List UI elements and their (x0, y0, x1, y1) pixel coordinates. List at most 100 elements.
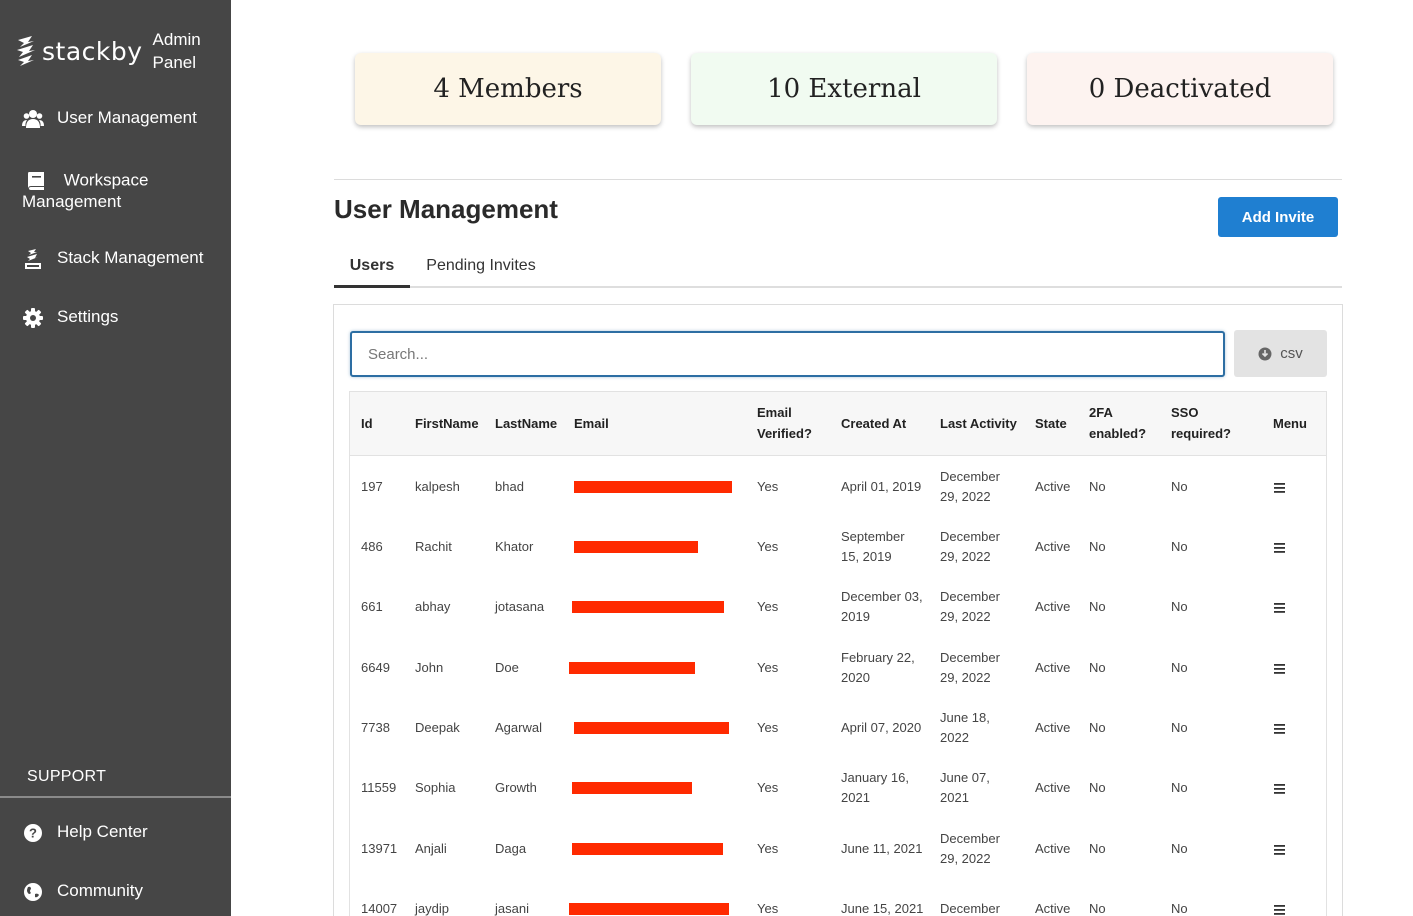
add-invite-button[interactable]: Add Invite (1218, 197, 1338, 237)
cell-lastname: Growth (495, 780, 537, 795)
cell-2fa: No (1089, 599, 1106, 614)
tab-users[interactable]: Users (334, 248, 410, 288)
cell-email-verified: Yes (757, 720, 779, 735)
cell-sso: No (1171, 901, 1188, 916)
cell-lastname: jasani (495, 901, 529, 916)
cell-created-at-line2: 2021 (841, 790, 870, 805)
svg-text:?: ? (29, 826, 37, 841)
col-state[interactable]: State (1035, 413, 1067, 434)
table-row[interactable]: 14007 jaydip jasani Yes Active No No June 15, 2… (350, 879, 1326, 916)
hamburger-menu-icon[interactable] (1273, 723, 1287, 735)
table-row[interactable]: 11559 Sophia Growth Yes Active No No January 16… (350, 758, 1326, 818)
cell-created-at-line2: 15, 2019 (841, 549, 892, 564)
table-row[interactable]: 6649 John Doe Yes Active No No February 22, 2020… (350, 638, 1326, 698)
hamburger-menu-icon[interactable] (1273, 844, 1287, 856)
cell-last-activity-line2: 29, 2022 (940, 851, 991, 866)
cell-created-at: January 16, 2021 (841, 768, 909, 808)
col-2fa-line2: enabled? (1089, 426, 1147, 441)
col-created-at[interactable]: Created At (841, 413, 906, 434)
cell-id: 486 (361, 539, 383, 554)
stat-deactivated: 0 Deactivated (1027, 53, 1333, 125)
cell-created-at: February 22, 2020 (841, 648, 915, 688)
cell-lastname: Khator (495, 539, 534, 554)
col-sso-line1: SSO (1171, 405, 1199, 420)
cell-id: 14007 (361, 901, 398, 916)
cell-last-activity-line2: 2022 (940, 730, 969, 745)
cell-last-activity-line2: 29, 2022 (940, 489, 991, 504)
hamburger-menu-icon[interactable] (1273, 542, 1287, 554)
brand-subtitle: Admin Panel (153, 28, 201, 74)
col-2fa[interactable]: 2FA enabled? (1089, 402, 1146, 444)
col-last-activity[interactable]: Last Activity (940, 413, 1017, 434)
sidebar-item-workspace-management[interactable]: Workspace Management (22, 170, 148, 212)
cell-created-at-line1: December 03, (841, 589, 923, 604)
hamburger-menu-icon[interactable] (1273, 904, 1287, 916)
sidebar-item-help-center[interactable]: ? Help Center (22, 822, 148, 844)
sidebar-item-label: Help Center (57, 822, 148, 841)
col-firstname[interactable]: FirstName (415, 413, 479, 434)
col-id[interactable]: Id (361, 413, 373, 434)
cell-created-at-line1: June 11, 2021 (841, 841, 923, 856)
table-row[interactable]: 13971 Anjali Daga Yes Active No No June 11, 202… (350, 819, 1326, 879)
cell-id: 661 (361, 599, 383, 614)
cell-created-at: April 01, 2019 (841, 477, 921, 497)
cell-last-activity-line1: December (940, 831, 1000, 846)
cell-last-activity-line2: 29, 2022 (940, 549, 991, 564)
cell-email-verified: Yes (757, 539, 779, 554)
cell-last-activity: December 29, 2022 (940, 648, 1000, 688)
hamburger-menu-icon[interactable] (1273, 602, 1287, 614)
cell-sso: No (1171, 841, 1188, 856)
col-email[interactable]: Email (574, 413, 609, 434)
csv-download-button[interactable]: csv (1234, 330, 1327, 377)
cell-id: 197 (361, 479, 383, 494)
cell-created-at-line1: January 16, (841, 770, 909, 785)
col-email-verified[interactable]: Email Verified? (757, 402, 812, 444)
download-circle-icon (1258, 347, 1272, 360)
page-title: User Management (334, 194, 558, 224)
gear-icon (23, 308, 43, 328)
table-row[interactable]: 197 kalpesh bhad Yes Active No No April 01, 201… (350, 457, 1326, 517)
tab-pending-invites[interactable]: Pending Invites (410, 248, 552, 288)
cell-last-activity-line1: December (940, 469, 1000, 484)
sidebar-item-user-management[interactable]: User Management (22, 108, 197, 130)
cell-firstname: kalpesh (415, 479, 460, 494)
sidebar-item-community[interactable]: Community (22, 881, 143, 903)
search-input[interactable] (350, 331, 1225, 377)
table-row[interactable]: 661 abhay jotasana Yes Active No No December 03… (350, 577, 1326, 637)
cell-last-activity: December 29, 2022 (940, 587, 1000, 627)
brand[interactable]: stackby Admin Panel (14, 28, 201, 74)
table-header: Id FirstName LastName Email Email Verifi… (350, 392, 1326, 456)
sidebar-item-stack-management[interactable]: Stack Management (22, 248, 203, 270)
cell-email-verified: Yes (757, 780, 779, 795)
cell-created-at-line1: April 01, 2019 (841, 479, 922, 494)
table-row[interactable]: 486 Rachit Khator Yes Active No No September 15,… (350, 517, 1326, 577)
cell-firstname: jaydip (415, 901, 449, 916)
cell-state: Active (1035, 780, 1071, 795)
stackby-logo-icon (17, 36, 35, 66)
cell-2fa: No (1089, 901, 1106, 916)
cell-last-activity-line1: December (940, 650, 1000, 665)
col-sso[interactable]: SSO required? (1171, 402, 1231, 444)
col-lastname[interactable]: LastName (495, 413, 557, 434)
hamburger-menu-icon[interactable] (1273, 482, 1287, 494)
cell-created-at-line1: February 22, (841, 650, 915, 665)
globe-icon (24, 883, 42, 901)
users-table: Id FirstName LastName Email Email Verifi… (349, 391, 1327, 916)
csv-label: csv (1280, 345, 1303, 362)
table-row[interactable]: 7738 Deepak Agarwal Yes Active No No April 07, … (350, 698, 1326, 758)
brand-name: stackby (42, 36, 143, 66)
support-heading: SUPPORT (27, 768, 107, 785)
cell-email-verified: Yes (757, 841, 779, 856)
cell-sso: No (1171, 599, 1188, 614)
hamburger-menu-icon[interactable] (1273, 663, 1287, 675)
hamburger-menu-icon[interactable] (1273, 783, 1287, 795)
cell-created-at: September 15, 2019 (841, 527, 905, 567)
sidebar-item-label: Workspace (63, 170, 149, 190)
cell-sso: No (1171, 720, 1188, 735)
cell-state: Active (1035, 599, 1071, 614)
cell-last-activity: December (940, 899, 1000, 916)
cell-2fa: No (1089, 780, 1106, 795)
cell-state: Active (1035, 720, 1071, 735)
sidebar-item-settings[interactable]: Settings (22, 307, 118, 329)
col-sso-line2: required? (1171, 426, 1231, 441)
